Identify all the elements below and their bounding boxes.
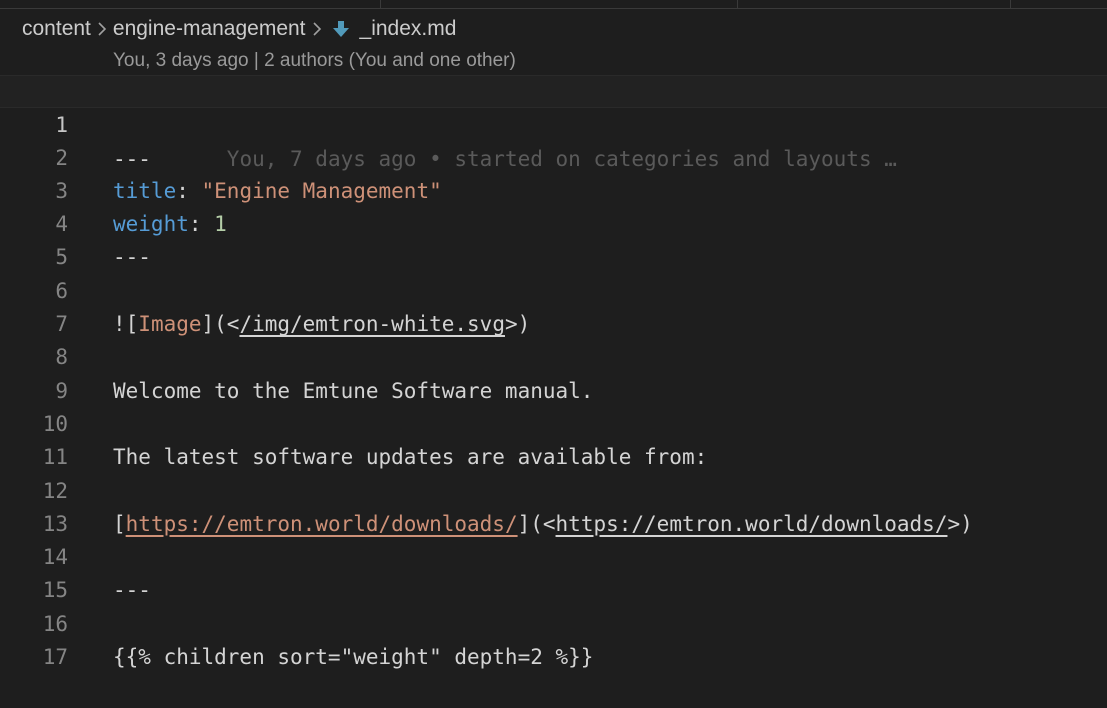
breadcrumb-content[interactable]: content — [22, 17, 91, 41]
code-line[interactable]: 10 The latest software updates are avail… — [0, 375, 1107, 469]
code-line[interactable]: 8 Welcome to the Emtune Software manual. — [0, 308, 1107, 402]
code-line[interactable]: 5 — [0, 208, 1107, 269]
code-line[interactable]: 9 — [0, 341, 1107, 403]
code-line[interactable]: 14 --- — [0, 508, 1107, 602]
shortcode-text: {{% children sort="weight" depth=2 %}} — [113, 645, 594, 670]
code-line[interactable]: 11 — [0, 408, 1107, 469]
tab-strip-underline — [0, 0, 1107, 9]
code-line[interactable]: 13 — [0, 475, 1107, 536]
git-codelens[interactable]: You, 3 days ago | 2 authors (You and one… — [113, 50, 516, 72]
line-number: 17 — [42, 645, 68, 670]
code-line[interactable]: 17 — [0, 608, 1107, 669]
breadcrumb-engine-management[interactable]: engine-management — [113, 17, 306, 41]
code-line[interactable]: 12 [https://emtron.world/downloads/](<ht… — [0, 441, 1107, 536]
tab-strip-border — [0, 0, 1107, 9]
code-line[interactable]: 7 — [0, 275, 1107, 336]
code-line[interactable]: 1 --- You, 7 days ago • started on categ… — [0, 75, 1107, 171]
tab-divider — [737, 0, 738, 8]
code-line[interactable]: 6 ![Image](</img/emtron-white.svg>) — [0, 241, 1107, 336]
markdown-file-icon — [332, 19, 350, 39]
code-line[interactable]: 16 {{% children sort="weight" depth=2 %}… — [0, 574, 1107, 669]
breadcrumb-file[interactable]: _index.md — [360, 17, 457, 41]
code-line[interactable]: 4 --- — [0, 175, 1107, 269]
chevron-right-icon — [97, 21, 107, 37]
code-editor[interactable]: 1 --- You, 7 days ago • started on categ… — [0, 75, 1107, 669]
code-line[interactable]: 3 weight: 1 — [0, 142, 1107, 236]
breadcrumb: content engine-management _index.md — [22, 16, 456, 42]
code-line[interactable]: 15 — [0, 541, 1107, 602]
code-line[interactable]: 2 title: "Engine Management" — [0, 108, 1107, 203]
chevron-right-icon — [312, 21, 322, 37]
tab-divider — [1010, 0, 1011, 8]
tab-divider — [380, 0, 381, 8]
